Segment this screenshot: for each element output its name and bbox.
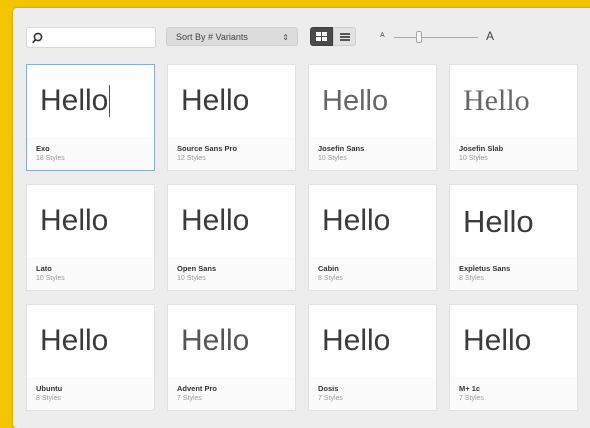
font-card[interactable]: Hello Open Sans 10 Styles (167, 184, 296, 291)
list-icon (339, 32, 350, 41)
font-card[interactable]: Hello Expletus Sans 8 Styles (449, 184, 578, 291)
text-cursor (109, 85, 111, 117)
font-preview: Hello (27, 305, 154, 377)
font-preview: Hello (27, 185, 154, 257)
font-name: Cabin (318, 264, 339, 273)
font-style-count: 7 Styles (459, 395, 484, 402)
font-style-count: 8 Styles (318, 275, 343, 282)
font-preview: Hello (309, 65, 436, 137)
font-preview: Hello (168, 305, 295, 377)
font-name: Ubuntu (36, 384, 63, 393)
font-preview: Hello (309, 305, 436, 377)
font-card[interactable]: Hello Exo 18 Styles (26, 64, 155, 171)
search-input[interactable] (26, 27, 156, 48)
font-style-count: 10 Styles (177, 275, 206, 282)
font-name: Expletus Sans (459, 264, 511, 273)
font-name: Source Sans Pro (177, 144, 238, 153)
font-name: Josefin Sans (318, 144, 365, 153)
font-name: M+ 1c (459, 384, 481, 393)
font-card[interactable]: Hello Lato 10 Styles (26, 184, 155, 291)
font-name: Exo (36, 144, 50, 153)
font-name: Lato (36, 264, 52, 273)
font-name: Advent Pro (177, 384, 218, 393)
font-card[interactable]: Hello Josefin Slab 10 Styles (449, 64, 578, 171)
font-style-count: 12 Styles (177, 155, 206, 162)
font-style-count: 8 Styles (459, 275, 484, 282)
font-preview: Hello (309, 185, 436, 257)
list-view-button[interactable] (333, 27, 356, 46)
font-preview: Hello (450, 65, 577, 137)
font-preview: Hello (168, 65, 295, 137)
grid-view-button[interactable] (310, 27, 333, 46)
font-style-count: 10 Styles (318, 155, 347, 162)
font-name: Open Sans (177, 264, 217, 273)
font-card[interactable]: Hello Source Sans Pro 12 Styles (167, 64, 296, 171)
size-small-label: A (380, 32, 385, 39)
font-card[interactable]: Hello Cabin 8 Styles (308, 184, 437, 291)
size-large-label: A (486, 29, 495, 43)
size-slider-thumb[interactable] (416, 31, 423, 43)
font-preview: Hello (450, 185, 577, 257)
font-style-count: 18 Styles (36, 155, 65, 162)
font-style-count: 7 Styles (177, 395, 202, 402)
font-preview[interactable]: Hello (27, 65, 154, 137)
sort-label: Sort By # Variants (176, 32, 248, 42)
font-style-count: 7 Styles (318, 395, 343, 402)
font-card[interactable]: Hello Josefin Sans 10 Styles (308, 64, 437, 171)
font-name: Josefin Slab (459, 144, 504, 153)
font-style-count: 8 Styles (36, 395, 61, 402)
sort-dropdown[interactable]: Sort By # Variants ⇕ (166, 27, 298, 46)
font-preview: Hello (168, 185, 295, 257)
font-card[interactable]: Hello Ubuntu 8 Styles (26, 304, 155, 411)
font-style-count: 10 Styles (459, 155, 488, 162)
chevron-updown-icon: ⇕ (282, 33, 289, 42)
font-card[interactable]: Hello Advent Pro 7 Styles (167, 304, 296, 411)
font-name: Dosis (318, 384, 339, 393)
font-preview: Hello (450, 305, 577, 377)
font-card[interactable]: Hello Dosis 7 Styles (308, 304, 437, 411)
search-icon (32, 32, 43, 44)
preview-size-control: A A (380, 28, 510, 46)
grid-icon (316, 32, 327, 41)
font-style-count: 10 Styles (36, 275, 65, 282)
view-toggle (310, 27, 356, 46)
size-slider-track[interactable] (394, 37, 478, 38)
font-card[interactable]: Hello M+ 1c 7 Styles (449, 304, 578, 411)
